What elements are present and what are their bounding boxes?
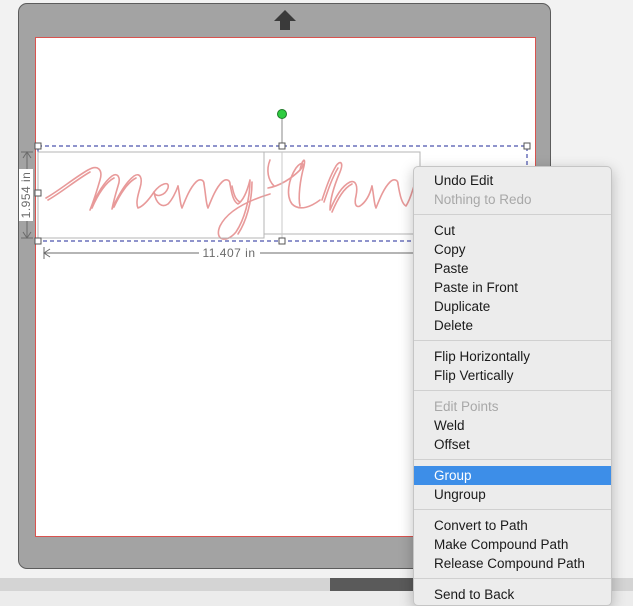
resize-handle-top[interactable] (278, 142, 286, 150)
menu-separator (414, 390, 611, 391)
menu-item-copy[interactable]: Copy (414, 240, 611, 259)
feed-arrow-icon[interactable] (273, 9, 297, 31)
resize-handle-top-right[interactable] (523, 142, 531, 150)
menu-item-release-compound-path[interactable]: Release Compound Path (414, 554, 611, 573)
height-dimension-label: 1.954 in (19, 160, 33, 230)
menu-item-duplicate[interactable]: Duplicate (414, 297, 611, 316)
menu-separator (414, 578, 611, 579)
width-value: 11.407 in (198, 246, 260, 260)
context-menu: Undo Edit Nothing to Redo Cut Copy Paste Past… (413, 166, 612, 606)
menu-item-paste[interactable]: Paste (414, 259, 611, 278)
menu-item-weld[interactable]: Weld (414, 416, 611, 435)
menu-item-make-compound-path[interactable]: Make Compound Path (414, 535, 611, 554)
width-dimension-label: 11.407 in (44, 246, 414, 260)
menu-item-cut[interactable]: Cut (414, 221, 611, 240)
menu-item-group[interactable]: Group (414, 466, 611, 485)
menu-item-offset[interactable]: Offset (414, 435, 611, 454)
scroll-thumb[interactable] (330, 578, 414, 591)
menu-item-flip-vertically[interactable]: Flip Vertically (414, 366, 611, 385)
menu-item-paste-in-front[interactable]: Paste in Front (414, 278, 611, 297)
menu-item-flip-horizontally[interactable]: Flip Horizontally (414, 347, 611, 366)
menu-item-send-to-back[interactable]: Send to Back (414, 585, 611, 604)
menu-separator (414, 509, 611, 510)
resize-handle-left[interactable] (34, 189, 42, 197)
height-value: 1.954 in (19, 168, 33, 222)
rotate-handle[interactable] (277, 109, 287, 119)
menu-separator (414, 459, 611, 460)
menu-item-ungroup[interactable]: Ungroup (414, 485, 611, 504)
resize-handle-top-left[interactable] (34, 142, 42, 150)
menu-item-delete[interactable]: Delete (414, 316, 611, 335)
menu-item-edit-points: Edit Points (434, 399, 499, 414)
menu-separator (414, 214, 611, 215)
menu-item-convert-to-path[interactable]: Convert to Path (414, 516, 611, 535)
menu-item-nothing-to-redo: Nothing to Redo (434, 192, 532, 207)
resize-handle-bottom-left[interactable] (34, 237, 42, 245)
menu-item-undo-edit[interactable]: Undo Edit (414, 171, 611, 190)
menu-separator (414, 340, 611, 341)
resize-handle-bottom[interactable] (278, 237, 286, 245)
